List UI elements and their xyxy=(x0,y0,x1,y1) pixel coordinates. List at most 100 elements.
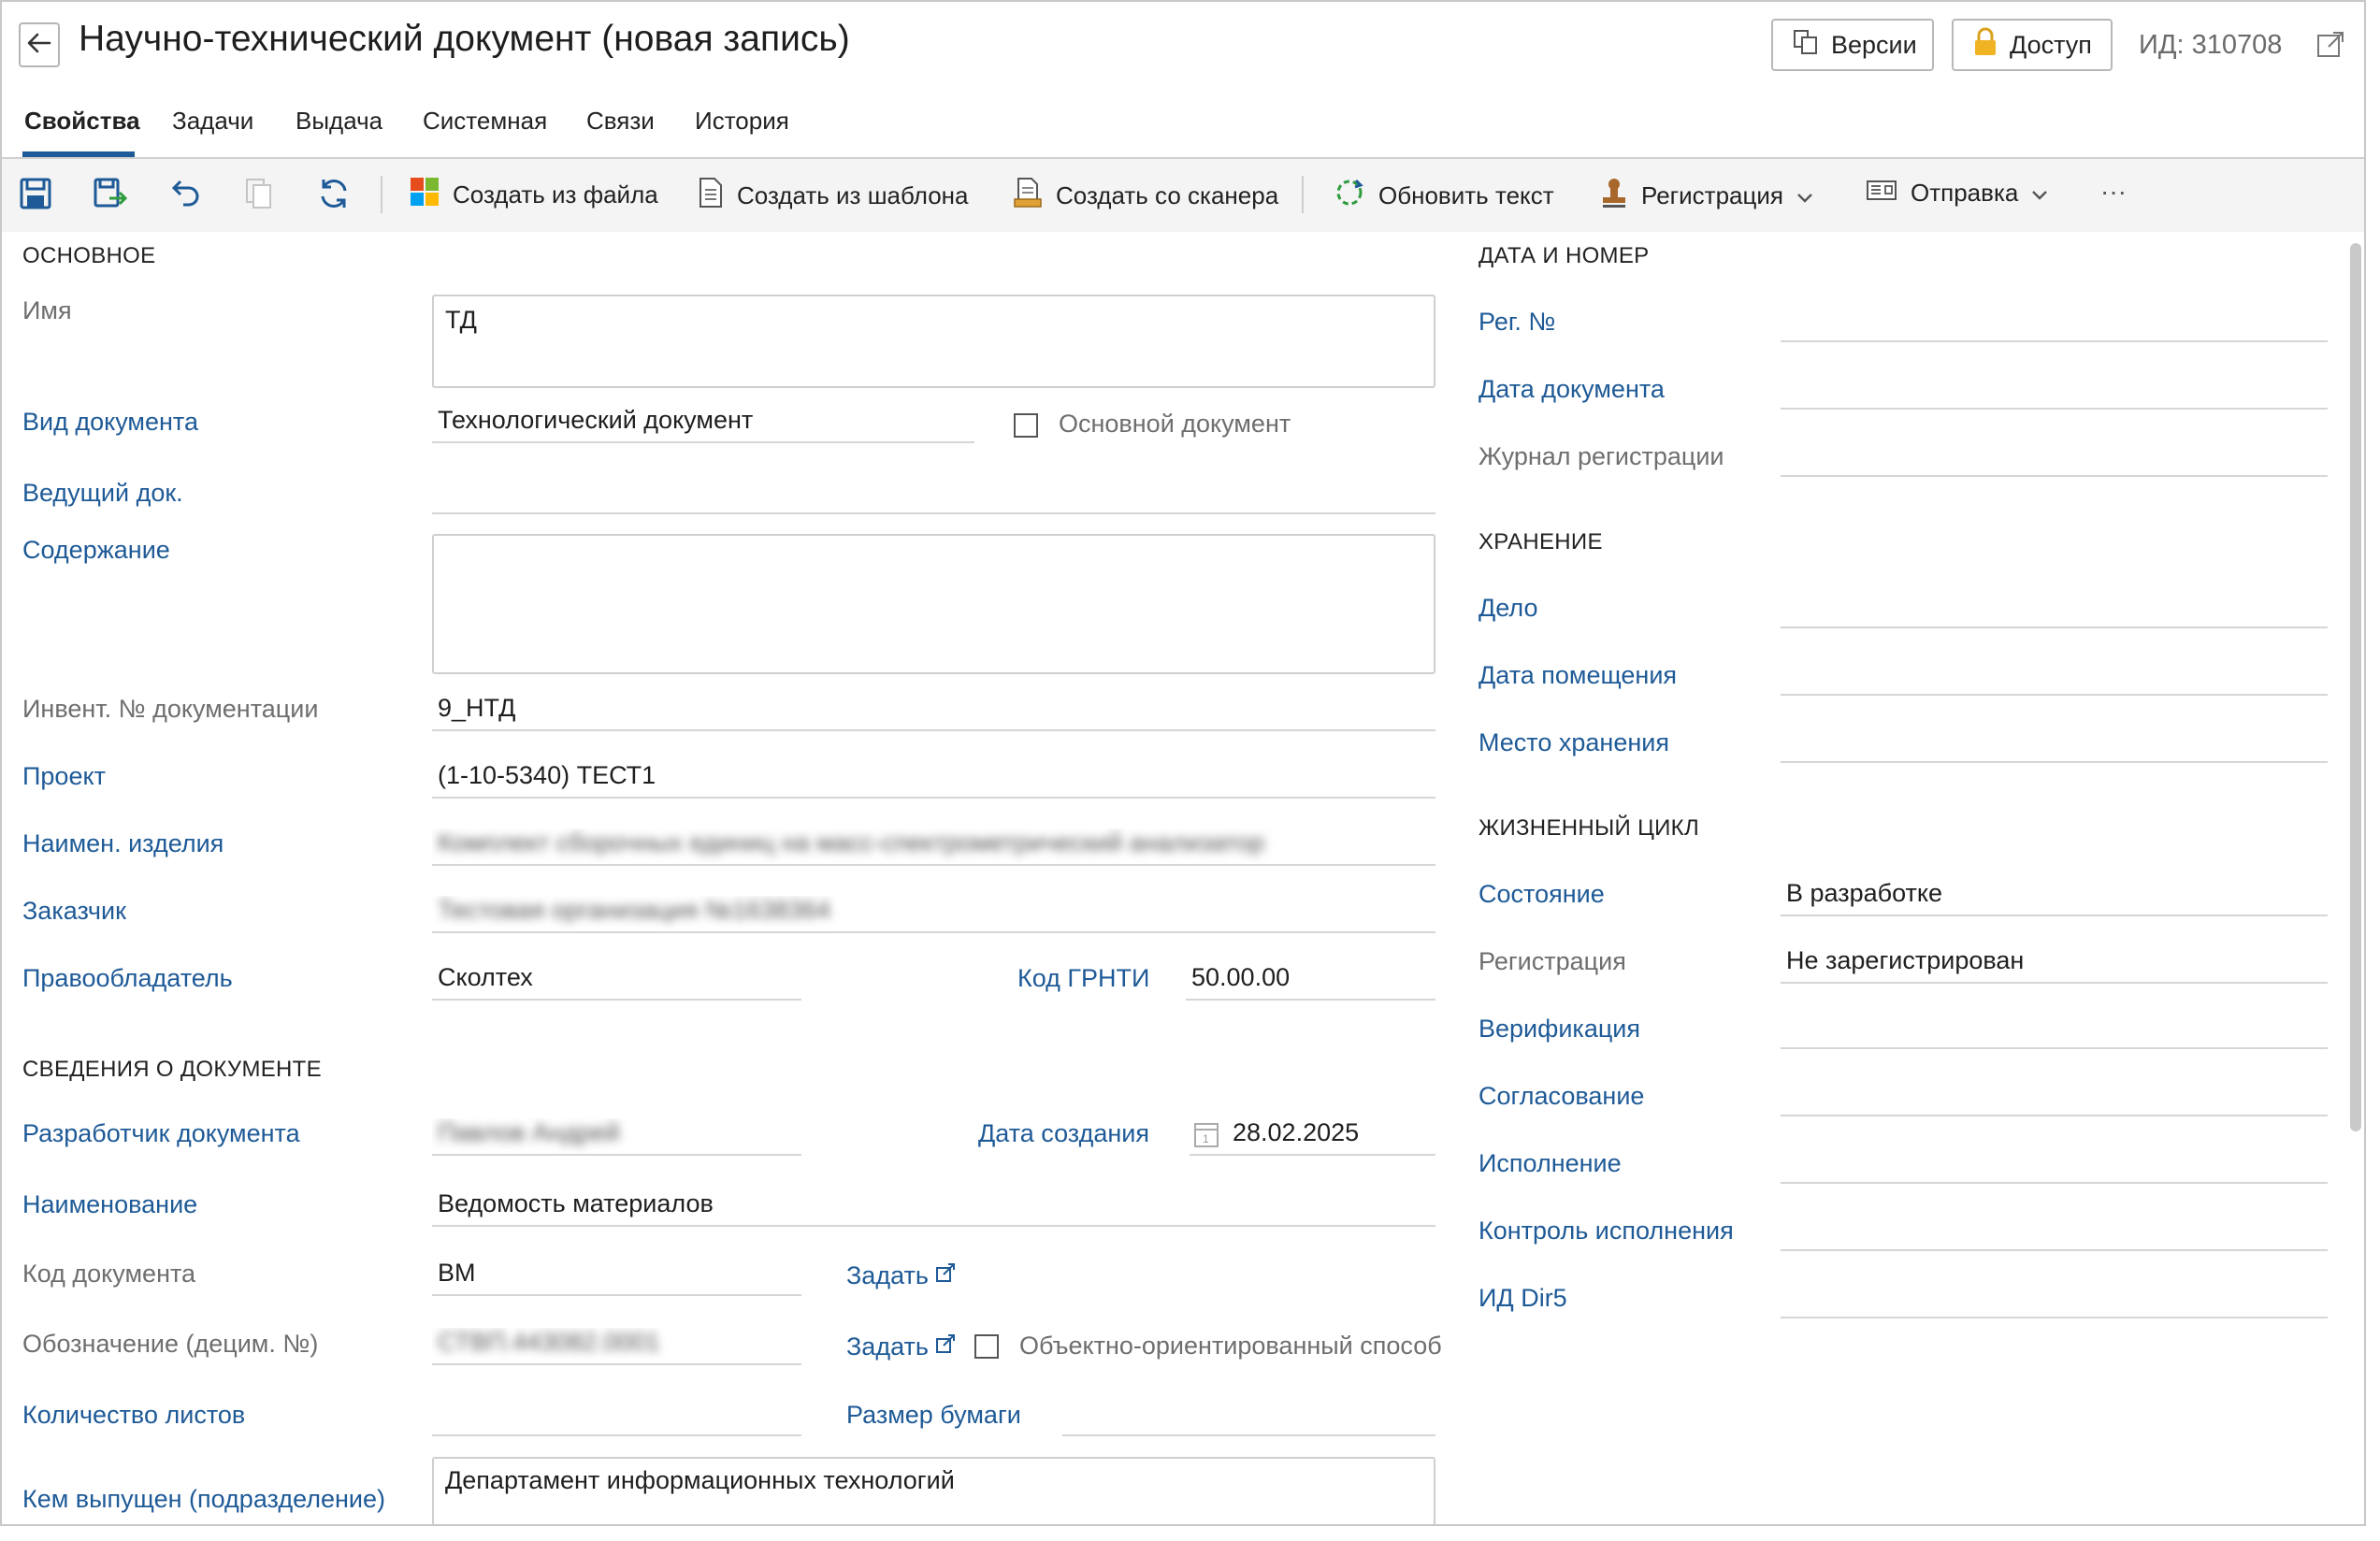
lead-doc-label[interactable]: Ведущий док. xyxy=(22,479,183,508)
main-doc-label: Основной документ xyxy=(1059,410,1291,438)
create-from-file-button[interactable]: Создать из файла xyxy=(410,177,658,213)
section-storage-heading: ХРАНЕНИЕ xyxy=(1478,529,1603,554)
create-from-scanner-label: Создать со сканера xyxy=(1056,181,1279,209)
windows-logo-icon xyxy=(410,177,440,213)
content-label[interactable]: Содержание xyxy=(22,536,170,565)
execution-label[interactable]: Исполнение xyxy=(1478,1149,1622,1178)
product-name-label[interactable]: Наимен. изделия xyxy=(22,829,224,858)
record-id: ИД: 310708 xyxy=(2139,30,2283,60)
tab-issue[interactable]: Выдача xyxy=(296,107,382,136)
doc-type-label[interactable]: Вид документа xyxy=(22,408,198,437)
designation-field[interactable]: СТВП.443082.0001 xyxy=(432,1328,801,1365)
tab-properties[interactable]: Свойства xyxy=(24,107,140,136)
execution-control-label[interactable]: Контроль исполнения xyxy=(1478,1217,1734,1246)
document-code-label: Код документа xyxy=(22,1260,196,1288)
update-text-button[interactable]: Обновить текст xyxy=(1334,177,1554,215)
dir5-id-label[interactable]: ИД Dir5 xyxy=(1478,1284,1567,1313)
tab-system[interactable]: Системная xyxy=(423,107,547,136)
designation-label: Обозначение (децим. №) xyxy=(22,1330,319,1358)
document-code-field[interactable]: ВМ xyxy=(432,1259,801,1296)
registration-dropdown[interactable]: Регистрация xyxy=(1600,177,1813,215)
content-field[interactable] xyxy=(432,534,1435,674)
tab-tasks[interactable]: Задачи xyxy=(172,107,253,136)
save-icon[interactable] xyxy=(19,177,52,215)
inventory-number-label: Инвент. № документации xyxy=(22,695,319,723)
main-doc-checkbox[interactable] xyxy=(1014,413,1038,438)
case-label[interactable]: Дело xyxy=(1478,594,1537,623)
tab-history[interactable]: История xyxy=(695,107,789,136)
reg-number-field[interactable] xyxy=(1781,305,2328,342)
document-date-field[interactable] xyxy=(1781,372,2328,410)
save-and-close-icon[interactable] xyxy=(93,177,128,215)
title-label[interactable]: Наименование xyxy=(22,1190,197,1219)
refresh-icon[interactable] xyxy=(317,177,351,215)
sheet-count-label[interactable]: Количество листов xyxy=(22,1401,245,1430)
create-from-template-button[interactable]: Создать из шаблона xyxy=(698,177,968,215)
journal-field[interactable] xyxy=(1781,439,2328,477)
name-field[interactable]: ТД xyxy=(432,295,1435,388)
storage-place-field[interactable] xyxy=(1781,726,2328,763)
project-label[interactable]: Проект xyxy=(22,762,106,791)
state-field[interactable]: В разработке xyxy=(1781,879,2328,916)
reg-number-label[interactable]: Рег. № xyxy=(1478,308,1555,337)
customer-label[interactable]: Заказчик xyxy=(22,897,126,926)
copyright-holder-field[interactable]: Сколтех xyxy=(432,963,801,1001)
object-oriented-label-clip: Объектно-ориентированный способ xyxy=(1019,1332,1455,1361)
dir5-id-field[interactable] xyxy=(1781,1281,2328,1318)
calendar-icon[interactable]: 1 xyxy=(1193,1120,1219,1154)
placement-date-label[interactable]: Дата помещения xyxy=(1478,661,1677,690)
creation-date-label[interactable]: Дата создания xyxy=(978,1119,1149,1148)
copyright-holder-label[interactable]: Правообладатель xyxy=(22,964,233,993)
access-button[interactable]: Доступ xyxy=(1952,19,2113,71)
project-field[interactable]: (1-10-5340) ТЕСТ1 xyxy=(432,761,1435,799)
paper-size-field[interactable] xyxy=(1062,1399,1435,1436)
creation-date-field[interactable]: 1 28.02.2025 xyxy=(1190,1118,1435,1156)
set-code-link[interactable]: Задать xyxy=(846,1261,956,1290)
back-button[interactable] xyxy=(19,22,60,67)
object-oriented-checkbox[interactable] xyxy=(974,1334,999,1359)
placement-date-field[interactable] xyxy=(1781,658,2328,696)
execution-control-field[interactable] xyxy=(1781,1214,2328,1251)
title-field[interactable]: Ведомость материалов xyxy=(432,1189,1435,1227)
document-date-label[interactable]: Дата документа xyxy=(1478,375,1665,404)
more-actions-button[interactable]: ··· xyxy=(2100,177,2127,207)
create-from-scanner-button[interactable]: Создать со сканера xyxy=(1013,177,1278,215)
create-from-file-label: Создать из файла xyxy=(453,180,658,209)
approval-field[interactable] xyxy=(1781,1079,2328,1116)
access-label: Доступ xyxy=(2010,30,2092,59)
versions-button[interactable]: Версии xyxy=(1771,19,1934,71)
state-label[interactable]: Состояние xyxy=(1478,880,1605,909)
grnti-code-field[interactable]: 50.00.00 xyxy=(1186,963,1435,1001)
grnti-code-label[interactable]: Код ГРНТИ xyxy=(1017,964,1149,993)
issued-by-label[interactable]: Кем выпущен (подразделение) xyxy=(22,1485,385,1514)
open-external-icon[interactable] xyxy=(2315,30,2345,65)
developer-label[interactable]: Разработчик документа xyxy=(22,1119,300,1148)
set-designation-link[interactable]: Задать xyxy=(846,1332,956,1361)
issued-by-field[interactable]: Департамент информационных технологий xyxy=(432,1457,1435,1524)
lead-doc-field[interactable] xyxy=(432,477,1435,514)
product-name-field[interactable]: Комплект сборочных единиц на масс-спектр… xyxy=(432,828,1435,866)
paper-size-label[interactable]: Размер бумаги xyxy=(846,1401,1021,1430)
customer-field[interactable]: Тестовая организация №1638364 xyxy=(432,896,1435,933)
vertical-scrollbar[interactable] xyxy=(2350,243,2361,1131)
verification-label[interactable]: Верификация xyxy=(1478,1015,1640,1044)
inventory-number-field[interactable]: 9_НТД xyxy=(432,694,1435,731)
sending-label: Отправка xyxy=(1911,179,2019,207)
designation-value: СТВП.443082.0001 xyxy=(438,1328,660,1356)
tab-links[interactable]: Связи xyxy=(586,107,655,136)
sheet-count-field[interactable] xyxy=(432,1399,801,1436)
registration-status-field[interactable]: Не зарегистрирован xyxy=(1781,946,2328,984)
versions-label: Версии xyxy=(1831,30,1917,59)
approval-label[interactable]: Согласование xyxy=(1478,1082,1644,1111)
execution-field[interactable] xyxy=(1781,1146,2328,1184)
developer-field[interactable]: Павлов Андрей xyxy=(432,1118,801,1156)
storage-place-label[interactable]: Место хранения xyxy=(1478,728,1669,757)
page-title: Научно-технический документ (новая запис… xyxy=(79,19,850,59)
sending-dropdown[interactable]: Отправка xyxy=(1866,177,2048,209)
verification-field[interactable] xyxy=(1781,1012,2328,1049)
external-link-icon xyxy=(935,1332,956,1361)
undo-icon[interactable] xyxy=(168,177,202,215)
journal-label: Журнал регистрации xyxy=(1478,442,1724,470)
doc-type-field[interactable]: Технологический документ xyxy=(432,406,974,443)
case-field[interactable] xyxy=(1781,591,2328,628)
